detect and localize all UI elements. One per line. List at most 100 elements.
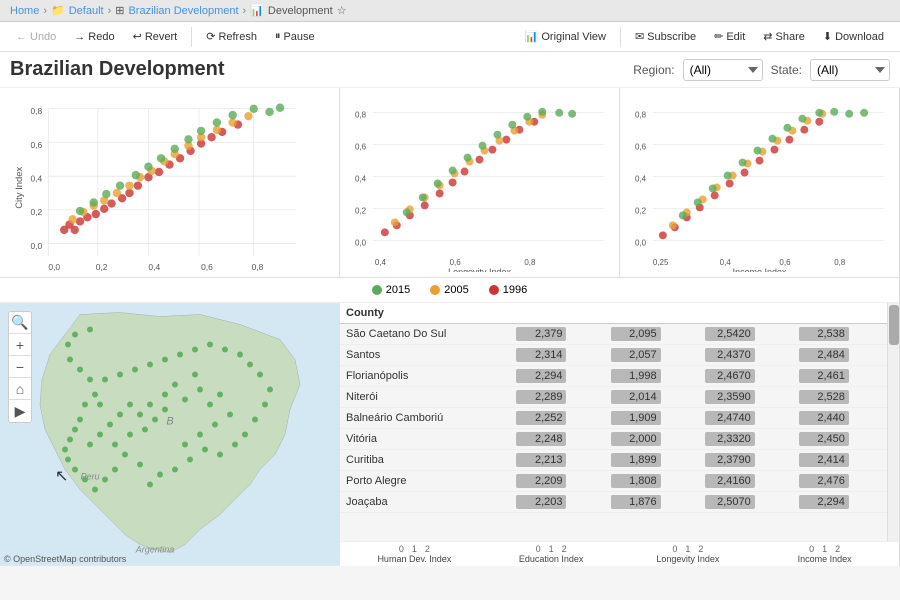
scatter-chart-2: 0,8 0,6 0,4 0,2 0,0 0,4 0,6 0,8 Longevit…: [340, 88, 620, 277]
download-button[interactable]: ⬇ Download: [815, 26, 892, 47]
table-row[interactable]: Niterói 2,289 2,014 2,3590 2,528: [340, 387, 887, 408]
mouse-cursor: ↖: [55, 466, 68, 486]
cell-v4: 2,461: [793, 366, 887, 387]
table-row[interactable]: Vitória 2,248 2,000 2,3320 2,450: [340, 429, 887, 450]
svg-text:0,6: 0,6: [779, 258, 791, 267]
state-select[interactable]: (All): [810, 59, 890, 81]
region-select[interactable]: (All): [683, 59, 763, 81]
revert-icon: ↩: [133, 30, 142, 43]
axis-hdi: 012 Human Dev. Index: [346, 544, 483, 564]
svg-text:0,8: 0,8: [834, 258, 846, 267]
cell-county: Curitiba: [340, 450, 510, 471]
cell-v2: 1,808: [605, 471, 699, 492]
svg-text:0,8: 0,8: [252, 262, 264, 272]
map-zoom-out-button[interactable]: −: [9, 356, 31, 378]
undo-icon: ←: [16, 31, 27, 43]
subscribe-button[interactable]: ✉ Subscribe: [627, 26, 704, 47]
breadcrumb-chart-icon: ⊞: [115, 4, 124, 17]
svg-text:0,8: 0,8: [355, 111, 367, 120]
svg-text:0,6: 0,6: [201, 262, 213, 272]
download-icon: ⬇: [823, 30, 832, 43]
svg-text:0,25: 0,25: [653, 258, 669, 267]
table-scroll[interactable]: County São Caetano Do Sul 2,379 2,095 2,…: [340, 303, 887, 541]
svg-text:0,2: 0,2: [96, 262, 108, 272]
svg-text:0,6: 0,6: [635, 143, 647, 152]
filter-group: Region: (All) State: (All): [633, 59, 890, 81]
undo-button[interactable]: ← Undo: [8, 27, 64, 47]
cell-county: Joaçaba: [340, 492, 510, 513]
cell-v3: 2,4160: [699, 471, 793, 492]
table-row[interactable]: Curitiba 2,213 1,899 2,3790 2,414: [340, 450, 887, 471]
legend-1996: 1996: [489, 284, 527, 296]
pause-icon: ⏸: [275, 30, 281, 43]
svg-text:0,8: 0,8: [635, 111, 647, 120]
original-view-button[interactable]: 📊 Original View: [517, 26, 614, 47]
svg-text:B: B: [166, 416, 173, 428]
breadcrumb-grid-icon: 📊: [250, 4, 264, 17]
breadcrumb-sep2: ›: [108, 5, 112, 17]
cell-v1: 2,289: [510, 387, 604, 408]
cell-v4: 2,484: [793, 345, 887, 366]
cell-v3: 2,4670: [699, 366, 793, 387]
col-v2: [605, 303, 699, 324]
table-row[interactable]: Santos 2,314 2,057 2,4370 2,484: [340, 345, 887, 366]
header-row: Brazilian Development Region: (All) Stat…: [0, 52, 900, 88]
cell-county: Balneário Camboriú: [340, 408, 510, 429]
cell-county: Niterói: [340, 387, 510, 408]
table-row[interactable]: Balneário Camboriú 2,252 1,909 2,4740 2,…: [340, 408, 887, 429]
table-row[interactable]: São Caetano Do Sul 2,379 2,095 2,5420 2,…: [340, 324, 887, 345]
osm-credit: © OpenStreetMap contributors: [4, 554, 126, 564]
table-row[interactable]: Porto Alegre 2,209 1,808 2,4160 2,476: [340, 471, 887, 492]
share-button[interactable]: ⇄ Share: [755, 26, 813, 47]
svg-text:0,4: 0,4: [635, 175, 647, 184]
axis-label-lon: Longevity Index: [620, 554, 757, 564]
pause-button[interactable]: ⏸ Pause: [267, 26, 323, 47]
legend-dot-2015: [372, 285, 382, 295]
legend-label-1996: 1996: [503, 284, 527, 296]
map-home-button[interactable]: ⌂: [9, 378, 31, 400]
table-row[interactable]: Florianópolis 2,294 1,998 2,4670 2,461: [340, 366, 887, 387]
breadcrumb-star-icon[interactable]: ☆: [337, 4, 347, 17]
cell-v1: 2,379: [510, 324, 604, 345]
redo-button[interactable]: → Redo: [66, 27, 122, 47]
map-zoom-in-button[interactable]: +: [9, 334, 31, 356]
svg-text:0,8: 0,8: [524, 258, 536, 267]
breadcrumb-sep3: ›: [243, 5, 247, 17]
legend-dot-2005: [430, 285, 440, 295]
cell-v4: 2,528: [793, 387, 887, 408]
legend-label-2015: 2015: [386, 284, 410, 296]
revert-button[interactable]: ↩ Revert: [125, 26, 186, 47]
map-search-button[interactable]: 🔍: [9, 312, 31, 334]
breadcrumb-sep1: ›: [43, 5, 47, 17]
svg-text:0,0: 0,0: [48, 262, 60, 272]
map-pan-button[interactable]: ▶: [9, 400, 31, 422]
refresh-button[interactable]: ⟳ Refresh: [198, 26, 265, 47]
breadcrumb-home[interactable]: Home: [10, 5, 39, 17]
cell-v3: 2,3790: [699, 450, 793, 471]
cell-v3: 2,3320: [699, 429, 793, 450]
axis-inc: 012 Income Index: [756, 544, 893, 564]
toolbar-sep1: [191, 27, 192, 47]
legend-2015: 2015: [372, 284, 410, 296]
col-v3: [699, 303, 793, 324]
refresh-icon: ⟳: [206, 30, 215, 43]
map-container[interactable]: B Peru Argentina: [0, 303, 340, 566]
breadcrumb-project[interactable]: Brazilian Development: [128, 5, 238, 17]
axis-label-inc: Income Index: [756, 554, 893, 564]
cell-v2: 2,014: [605, 387, 699, 408]
svg-text:0,2: 0,2: [635, 206, 647, 215]
axis-edu: 012 Education Index: [483, 544, 620, 564]
edit-button[interactable]: ✏ Edit: [706, 26, 753, 47]
col-v1: [510, 303, 604, 324]
svg-text:0,4: 0,4: [355, 175, 367, 184]
svg-text:0,8: 0,8: [31, 106, 43, 116]
scrollbar[interactable]: [887, 303, 899, 541]
cell-county: Santos: [340, 345, 510, 366]
cell-county: São Caetano Do Sul: [340, 324, 510, 345]
cell-v4: 2,538: [793, 324, 887, 345]
svg-text:0,2: 0,2: [355, 206, 367, 215]
table-row[interactable]: Joaçaba 2,203 1,876 2,5070 2,294: [340, 492, 887, 513]
breadcrumb-default[interactable]: Default: [69, 5, 104, 17]
svg-text:Longevity Index: Longevity Index: [448, 267, 511, 272]
edit-icon: ✏: [714, 30, 723, 43]
